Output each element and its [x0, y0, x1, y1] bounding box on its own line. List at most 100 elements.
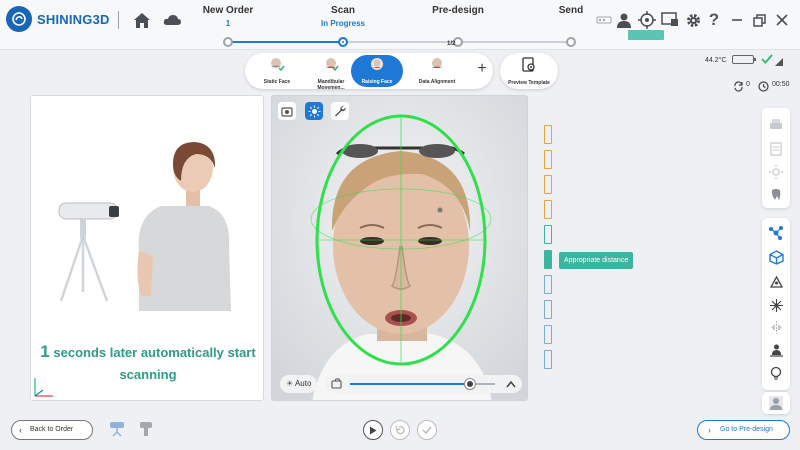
cube-icon[interactable]: [767, 248, 785, 266]
countdown-number: 1: [40, 342, 50, 361]
step-pre-design[interactable]: Pre-design: [408, 5, 508, 29]
home-icon[interactable]: [131, 9, 153, 31]
face-raise-icon: [371, 58, 383, 70]
tooth-icon[interactable]: [767, 186, 785, 204]
distance-segment: [544, 275, 552, 294]
connected-check-icon: [761, 52, 773, 70]
print-icon[interactable]: [767, 116, 785, 134]
signal-icon: [774, 54, 784, 72]
exposure-slider[interactable]: [326, 375, 522, 393]
scanner-device-icon[interactable]: [108, 420, 126, 443]
auto-exposure-toggle[interactable]: ☀ Auto: [280, 375, 318, 393]
help-icon[interactable]: ?: [703, 9, 725, 31]
brand-name: SHINING3D: [37, 11, 110, 27]
distance-segment: [544, 350, 552, 369]
document-icon[interactable]: [767, 140, 785, 158]
check-icon: [422, 426, 432, 435]
distance-segment: [544, 200, 552, 219]
preview-icon: [522, 57, 535, 72]
camera-icon: [281, 107, 293, 117]
exposure-icon: [331, 378, 342, 389]
face-camera-feed: [272, 96, 527, 400]
temperature-readout: 44.2°C: [705, 57, 727, 64]
play-button[interactable]: [363, 420, 383, 440]
add-mode-button[interactable]: +: [473, 60, 491, 80]
step-new-order[interactable]: New Order 1: [178, 5, 278, 29]
play-icon: [370, 426, 377, 434]
gear-icon[interactable]: [682, 9, 704, 31]
undo-button[interactable]: [390, 420, 410, 440]
active-indicator: [628, 30, 664, 40]
step-scan[interactable]: Scan In Progress: [293, 5, 393, 29]
axis-indicator-icon: [34, 378, 53, 397]
distance-segment: [544, 175, 552, 194]
clock-icon: [758, 79, 769, 97]
face-check-icon: [271, 58, 285, 72]
profile-toolbar: [762, 392, 790, 414]
progress-steps: New Order 1 Scan In Progress Pre-design …: [190, 0, 590, 50]
brand-logo: SHINING3D: [6, 6, 110, 32]
exposure-knob[interactable]: [465, 379, 476, 389]
alignment-badge: 1/2: [447, 41, 456, 47]
guidance-panel: 1 seconds later automatically start scan…: [30, 95, 264, 401]
mirror-icon[interactable]: [767, 318, 785, 336]
tool-data-alignment[interactable]: Data Alignment 1/2: [407, 41, 467, 87]
chevron-right-icon: ›: [708, 425, 711, 435]
countdown-text-line2: scanning: [119, 367, 177, 382]
close-icon[interactable]: [771, 9, 793, 31]
distance-segment: [544, 300, 552, 319]
settings-wrench-button[interactable]: [331, 102, 349, 120]
preview-template-button[interactable]: Preview Template: [500, 53, 558, 89]
countdown-text-line1: seconds later automatically start: [53, 345, 256, 360]
distance-tooltip: Appropriate distance: [559, 252, 634, 269]
light-icon[interactable]: [767, 163, 785, 181]
align-icon: [432, 58, 442, 68]
distance-segment: [544, 325, 552, 344]
step-dot-scan: [338, 37, 348, 47]
network-icon[interactable]: [767, 224, 785, 242]
restore-icon[interactable]: [748, 9, 770, 31]
header-divider: [118, 11, 119, 29]
exposure-fill: [350, 383, 471, 385]
scanner-guide-illustration: [58, 142, 231, 311]
user-icon[interactable]: [613, 9, 635, 31]
repeat-icon: [733, 79, 744, 97]
handheld-scanner-icon[interactable]: [138, 420, 154, 443]
step-dot-send: [566, 37, 576, 47]
person-rotate-icon[interactable]: [767, 341, 785, 359]
battery-icon: [732, 55, 756, 64]
chevron-up-icon[interactable]: [506, 380, 516, 388]
jaw-motion-icon: [326, 58, 339, 72]
sun-icon: [308, 105, 320, 117]
go-to-pre-design-button[interactable]: › Go to Pre-design: [697, 420, 790, 440]
distance-segment: [544, 250, 552, 269]
camera-preview[interactable]: ☀ Auto: [271, 95, 528, 401]
app-header: SHINING3D New Order 1 Scan In Progress P…: [0, 0, 800, 50]
step-dot-new-order: [223, 37, 233, 47]
screen-icon[interactable]: [659, 9, 681, 31]
tool-raising-face[interactable]: Raising Face: [351, 55, 403, 87]
minimize-icon[interactable]: [726, 9, 748, 31]
brightness-button[interactable]: [305, 102, 323, 120]
scan-timer: 00:50: [772, 81, 790, 88]
confirm-button[interactable]: [417, 420, 437, 440]
wrench-icon: [335, 105, 346, 117]
scan-mode-toolbar: Static Face Mandibular Movemen... Raisin…: [245, 41, 493, 91]
step-connector: [228, 41, 343, 43]
target-icon[interactable]: [636, 9, 658, 31]
view-toolbar-lower: [762, 218, 790, 390]
device-icon[interactable]: [595, 9, 613, 31]
camera-mode-button[interactable]: [278, 102, 296, 120]
scan-counter: 0: [746, 81, 750, 88]
tool-mandibular-movement[interactable]: Mandibular Movemen...: [305, 55, 357, 91]
bulb-icon[interactable]: [767, 364, 785, 382]
undo-icon: [395, 425, 405, 435]
triangle-points-icon[interactable]: [767, 273, 785, 291]
auto-sun-icon: ☀: [286, 379, 294, 388]
tool-static-face[interactable]: Static Face: [251, 55, 303, 87]
mesh-icon[interactable]: [767, 296, 785, 314]
back-to-order-button[interactable]: ‹ Back to Order: [11, 420, 93, 440]
distance-segment: [544, 150, 552, 169]
camera-bottom-controls: ☀ Auto: [276, 374, 525, 396]
profile-avatar-icon[interactable]: [767, 394, 785, 412]
